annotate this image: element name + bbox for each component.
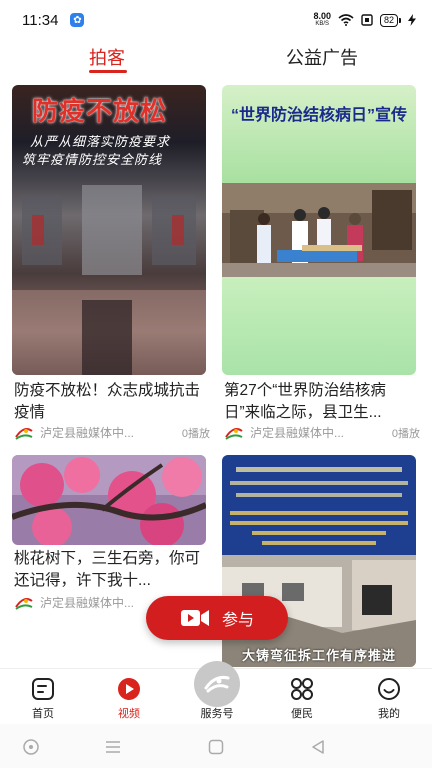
card-thumbnail-3[interactable] xyxy=(12,455,206,545)
grid-icon xyxy=(291,678,313,700)
video-play-icon xyxy=(118,678,140,700)
card-2-image xyxy=(222,85,416,375)
status-bar: 11:34 ✿ 8.00 KB/S 82 xyxy=(0,0,432,40)
network-speed-value: 8.00 xyxy=(313,11,331,21)
card-1-overlay-subtitle-2: 筑牢疫情防控安全防线 xyxy=(22,152,163,167)
back-icon[interactable] xyxy=(309,738,327,756)
home-icon xyxy=(32,678,54,700)
home-square-icon[interactable] xyxy=(207,738,225,756)
nav-label-service-account: 服务号 xyxy=(200,708,234,720)
card-thumbnail-1[interactable]: 防疫不放松 从严从细落实防疫要求 筑牢疫情防控安全防线 xyxy=(12,85,206,375)
menu-icon[interactable] xyxy=(104,738,122,756)
sim-icon xyxy=(361,14,373,26)
status-time: 11:34 xyxy=(22,11,59,29)
card-1-image xyxy=(12,85,206,375)
card-2-title[interactable]: 第27个“世界防治结核病日”来临之际，县卫生... xyxy=(224,380,420,424)
card-2-source: 泸定县融媒体中... xyxy=(250,426,345,440)
nav-item-service-account[interactable] xyxy=(194,661,240,707)
participate-button[interactable]: 参与 xyxy=(146,596,288,640)
media-center-logo-icon xyxy=(15,597,33,610)
card-1-overlay-subtitle-1: 从严从细落实防疫要求 xyxy=(30,134,171,149)
profile-smile-icon xyxy=(378,678,400,700)
active-tab-indicator xyxy=(89,70,127,73)
media-center-logo-icon xyxy=(225,427,243,440)
battery-icon: 82 xyxy=(379,13,401,27)
card-2-overlay-title: “世界防治结核病日”宣传 xyxy=(230,107,407,124)
card-1-title[interactable]: 防疫不放松！众志成城抗击疫情 xyxy=(14,380,210,424)
tab-paike[interactable]: 拍客 xyxy=(89,44,125,70)
card-1-source: 泸定县融媒体中... xyxy=(40,426,135,440)
nav-label-video: 视频 xyxy=(118,708,140,720)
card-3-image xyxy=(12,455,206,545)
nav-label-mine: 我的 xyxy=(378,708,400,720)
tab-public-ads[interactable]: 公益广告 xyxy=(286,44,358,70)
card-3-title[interactable]: 桃花树下，三生石旁，你可还记得，许下我十... xyxy=(14,548,210,592)
nav-item-mine[interactable]: 我的 xyxy=(359,677,419,721)
nav-label-convenience: 便民 xyxy=(291,708,313,720)
nav-label-home: 首页 xyxy=(32,708,54,720)
card-1-meta: 泸定县融媒体中... 0播放 xyxy=(14,424,210,441)
media-center-logo-icon xyxy=(15,427,33,440)
participate-button-label: 参与 xyxy=(221,612,254,629)
card-3-source: 泸定县融媒体中... xyxy=(40,596,135,610)
video-camera-icon xyxy=(180,610,209,626)
app-notification-icon: ✿ xyxy=(70,13,85,27)
bottom-nav: 首页 视频 服务号 便民 我的 xyxy=(0,661,432,721)
system-navigation-bar xyxy=(0,724,432,768)
nav-item-video[interactable]: 视频 xyxy=(99,677,159,721)
battery-level: 82 xyxy=(379,13,398,27)
wifi-icon xyxy=(338,14,354,26)
card-3-meta: 泸定县融媒体中... xyxy=(14,594,154,611)
charging-icon xyxy=(408,14,416,26)
network-speed: 8.00 KB/S xyxy=(313,12,331,28)
status-right: 8.00 KB/S 82 xyxy=(313,12,416,28)
card-4-overlay-caption: 大铸弯征拆工作有序推进 xyxy=(241,648,396,663)
nav-item-convenience[interactable]: 便民 xyxy=(272,677,332,721)
assistant-icon[interactable] xyxy=(22,738,40,756)
network-speed-unit: KB/S xyxy=(315,21,330,27)
card-2-plays: 0播放 xyxy=(391,427,420,440)
nav-item-home[interactable]: 首页 xyxy=(13,677,73,721)
card-1-plays: 0播放 xyxy=(181,427,210,440)
top-tabs: 拍客 公益广告 xyxy=(0,40,432,76)
card-2-meta: 泸定县融媒体中... 0播放 xyxy=(224,424,420,441)
card-thumbnail-2[interactable]: “世界防治结核病日”宣传 xyxy=(222,85,416,375)
service-account-icon xyxy=(204,676,230,693)
card-1-overlay-title: 防疫不放松 xyxy=(32,97,168,127)
